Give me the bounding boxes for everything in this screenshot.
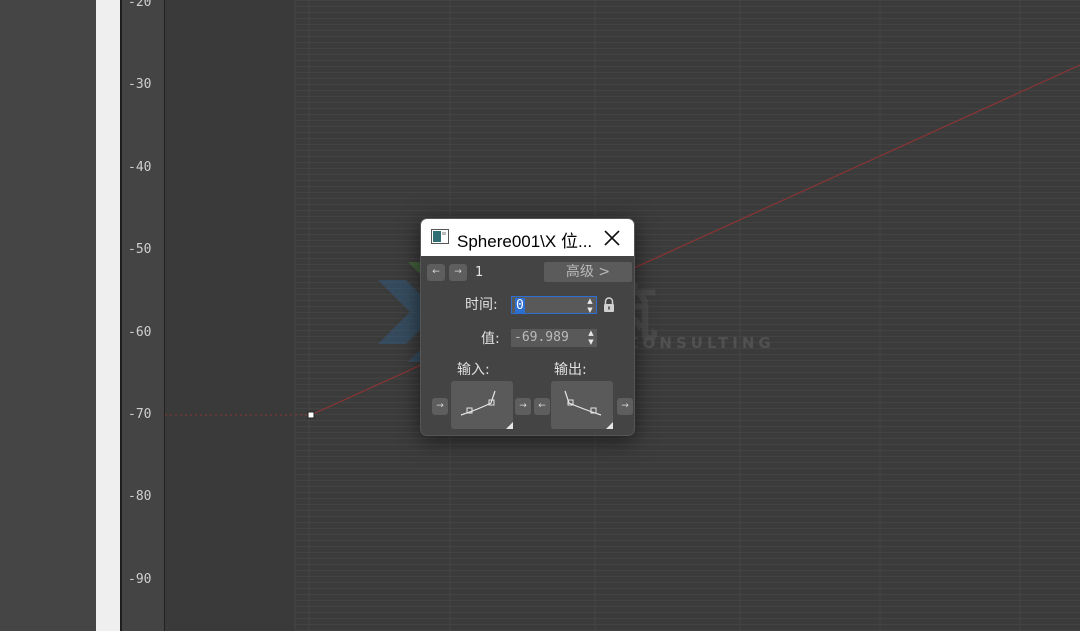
panel-separator xyxy=(96,0,120,631)
time-label: 时间: xyxy=(465,297,498,313)
dialog-titlebar[interactable]: Sphere001\X 位... xyxy=(421,219,634,256)
ruler-tick-label: -80 xyxy=(128,489,152,504)
ruler-tick-label: -30 xyxy=(128,77,152,92)
spinner-arrows-icon[interactable]: ▲ ▼ xyxy=(584,297,596,315)
ruler-tick-label: -50 xyxy=(128,242,152,257)
left-panel xyxy=(0,0,96,631)
dialog-title: Sphere001\X 位... xyxy=(457,232,593,251)
in-tangent-prev-button[interactable]: → xyxy=(432,398,448,415)
tangent-out-icon[interactable] xyxy=(551,381,613,429)
key-number: 1 xyxy=(475,265,484,280)
ruler-tick-label: -90 xyxy=(128,572,152,587)
keyframe-point[interactable] xyxy=(307,411,315,419)
prev-key-icon[interactable]: ← xyxy=(427,264,445,281)
time-spinner[interactable]: 0 ▲ ▼ xyxy=(511,296,597,314)
app-icon xyxy=(431,229,449,244)
in-tangent-label: 输入: xyxy=(457,362,490,378)
pre-range-shade xyxy=(165,0,295,631)
time-value[interactable]: 0 xyxy=(515,298,525,313)
value-spinner[interactable]: -69.989 ▲ ▼ xyxy=(511,329,597,347)
out-tangent-prev-button[interactable]: ← xyxy=(534,398,550,415)
value-value[interactable]: -69.989 xyxy=(514,330,569,345)
tangent-in-curve xyxy=(460,390,496,416)
tangent-out-curve xyxy=(564,390,602,416)
in-tangent-next-button[interactable]: → xyxy=(515,398,531,415)
out-tangent-label: 输出: xyxy=(554,362,587,378)
out-tangent-next-button[interactable]: → xyxy=(617,398,633,415)
advanced-button[interactable]: 高级 > xyxy=(544,262,632,282)
value-ruler: -20 -30 -40 -50 -60 -70 -80 -90 xyxy=(120,0,165,631)
ruler-tick-label: -40 xyxy=(128,160,152,175)
ruler-tick-label: -60 xyxy=(128,325,152,340)
key-info-dialog: Sphere001\X 位... ← → 1 高级 > 时间: 0 ▲ ▼ 值: … xyxy=(420,218,635,436)
close-icon[interactable] xyxy=(599,225,625,251)
next-key-icon[interactable]: → xyxy=(449,264,467,281)
ruler-tick-label: -20 xyxy=(128,0,152,10)
spinner-arrows-icon[interactable]: ▲ ▼ xyxy=(585,329,597,347)
value-label: 值: xyxy=(481,331,500,347)
tangent-in-icon[interactable] xyxy=(451,381,513,429)
ruler-tick-label: -70 xyxy=(128,407,152,422)
lock-icon[interactable] xyxy=(602,297,616,313)
